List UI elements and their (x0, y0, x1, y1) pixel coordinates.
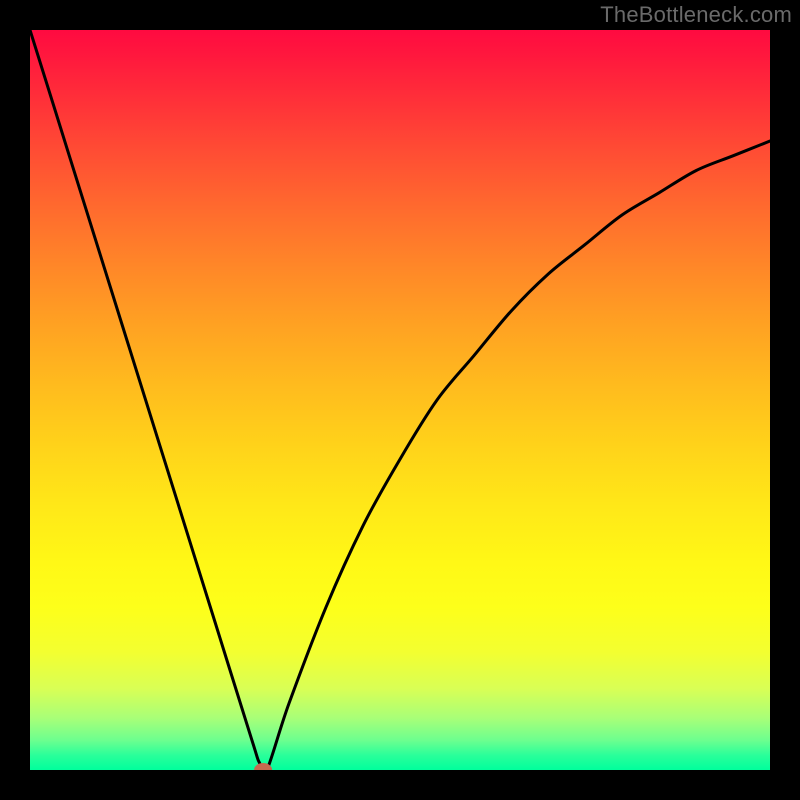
bottleneck-curve (30, 30, 770, 770)
watermark-text: TheBottleneck.com (600, 2, 792, 28)
curve-svg (30, 30, 770, 770)
plot-area (30, 30, 770, 770)
chart-frame: TheBottleneck.com (0, 0, 800, 800)
